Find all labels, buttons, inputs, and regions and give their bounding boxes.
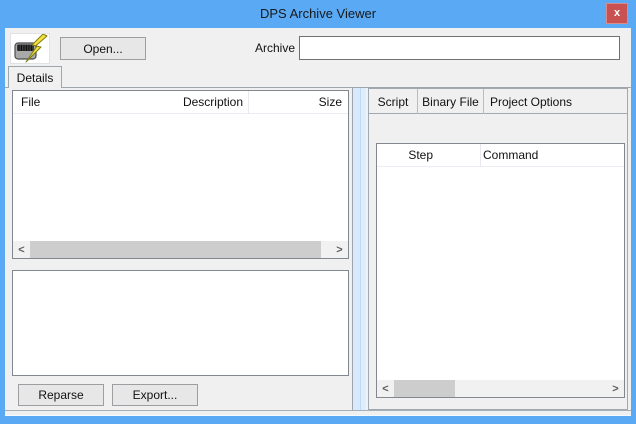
archive-device-lightning-icon [10, 33, 50, 64]
file-list-scroll-thumb[interactable] [30, 241, 321, 258]
open-button[interactable]: Open... [60, 37, 146, 60]
column-header-file[interactable]: File [21, 95, 40, 109]
client-area: Open... Archive Details File Description… [5, 28, 631, 416]
archive-label: Archive [240, 41, 295, 55]
script-list-scroll-thumb[interactable] [394, 380, 455, 397]
scroll-left-icon[interactable]: < [13, 241, 30, 258]
script-step-list[interactable]: Step Command < > [376, 143, 625, 398]
description-box[interactable] [12, 270, 349, 376]
column-header-step[interactable]: Step [377, 148, 433, 162]
file-list-hscrollbar[interactable]: < > [13, 241, 348, 258]
script-list-header: Step Command [377, 144, 624, 167]
export-button[interactable]: Export... [112, 384, 198, 406]
close-button[interactable]: x [606, 3, 628, 24]
scroll-left-icon[interactable]: < [377, 380, 394, 397]
archive-input[interactable] [299, 36, 620, 60]
column-divider[interactable] [480, 144, 481, 167]
close-icon: x [614, 8, 620, 19]
tab-binary-file[interactable]: Binary File [418, 89, 484, 114]
reparse-button[interactable]: Reparse [18, 384, 104, 406]
panel-splitter[interactable] [352, 88, 367, 410]
column-header-size[interactable]: Size [319, 95, 342, 109]
script-list-hscrollbar[interactable]: < > [377, 380, 624, 397]
right-tab-strip: Script Binary File Project Options [369, 89, 627, 114]
column-header-description[interactable]: Description [183, 95, 243, 109]
tab-details[interactable]: Details [8, 66, 62, 88]
file-list-header: File Description Size [13, 91, 348, 114]
window-title: DPS Archive Viewer [0, 0, 636, 28]
app-window: DPS Archive Viewer x Open... Archive Det… [0, 0, 636, 424]
scroll-right-icon[interactable]: > [331, 241, 348, 258]
column-header-command[interactable]: Command [483, 148, 538, 162]
titlebar[interactable]: DPS Archive Viewer x [0, 0, 636, 28]
tab-script[interactable]: Script [369, 89, 418, 114]
column-divider[interactable] [248, 91, 249, 114]
scroll-right-icon[interactable]: > [607, 380, 624, 397]
file-list[interactable]: File Description Size < > [12, 90, 349, 259]
right-panel: Script Binary File Project Options Step … [368, 88, 628, 410]
tab-project-options[interactable]: Project Options [484, 89, 578, 114]
